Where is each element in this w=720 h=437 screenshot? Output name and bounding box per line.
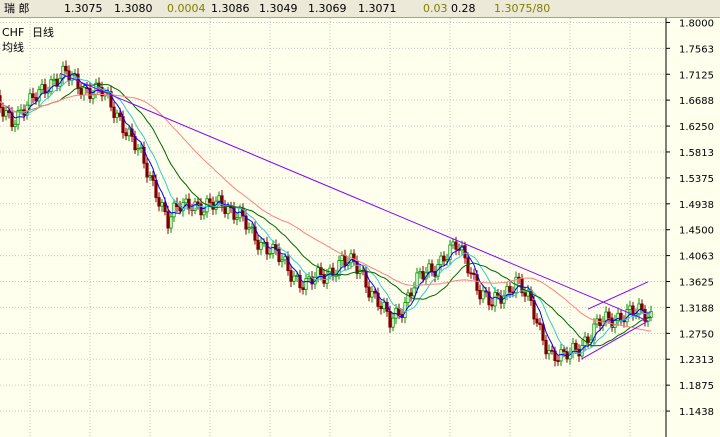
symbol-label: 瑞 郎 <box>4 2 30 15</box>
instrument-label: CHF <box>2 26 24 39</box>
y-tick-label: 1.7125 <box>679 70 714 81</box>
y-tick-label: 1.3188 <box>679 303 714 314</box>
plot-area <box>0 18 666 437</box>
y-tick-label: 1.4063 <box>679 252 714 263</box>
indicator-label: 均线 <box>2 40 24 54</box>
price-chart[interactable]: 1.8000 1.7563 1.7125 1.6688 1.6250 1.5813 1.53… <box>0 18 720 437</box>
bid-ask-value: 1.3075/80 <box>494 2 551 15</box>
y-tick-label: 1.3625 <box>679 278 714 289</box>
spread-value: 0.0004 <box>167 2 206 15</box>
ask-value: 1.3080 <box>114 2 153 15</box>
y-tick-label: 1.1438 <box>679 407 714 418</box>
open-value: 1.3075 <box>64 2 103 15</box>
last-value: 1.3071 <box>358 2 397 15</box>
high-value: 1.3086 <box>211 2 250 15</box>
y-tick-label: 1.7563 <box>679 44 714 55</box>
period-label: 日线 <box>32 25 54 39</box>
y-tick-label: 1.2313 <box>679 355 714 366</box>
y-tick-label: 1.6688 <box>679 96 714 107</box>
y-tick-label: 1.4500 <box>679 226 714 237</box>
y-tick-label: 1.8000 <box>679 18 714 29</box>
y-tick-label: 1.1875 <box>679 381 714 392</box>
y-tick-label: 1.5813 <box>679 148 714 159</box>
change-value: 0.03 <box>423 2 448 15</box>
quote-bar: 瑞 郎 1.3075 1.3080 0.0004 1.3086 1.3049 1… <box>0 0 720 18</box>
change-pct-value: 0.28 <box>451 2 476 15</box>
y-tick-label: 1.2750 <box>679 329 714 340</box>
prev-value: 1.3069 <box>308 2 347 15</box>
low-value: 1.3049 <box>259 2 298 15</box>
y-tick-label: 1.4938 <box>679 200 714 211</box>
y-axis: 1.8000 1.7563 1.7125 1.6688 1.6250 1.5813 1.53… <box>666 18 714 418</box>
y-tick-label: 1.5375 <box>679 174 714 185</box>
y-tick-label: 1.6250 <box>679 122 714 133</box>
